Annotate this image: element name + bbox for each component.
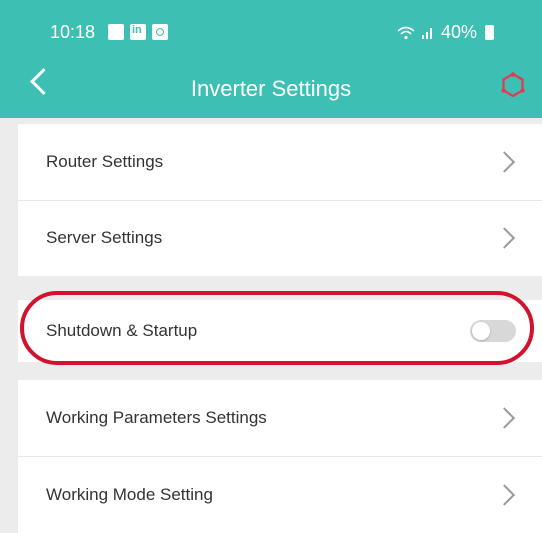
chevron-right-icon: [493, 151, 516, 173]
settings-group: Router Settings Server Settings: [18, 124, 542, 276]
app-notification-icon: [108, 24, 124, 40]
working-mode-setting-row[interactable]: Working Mode Setting: [18, 457, 542, 533]
chevron-right-icon: [493, 227, 516, 249]
linkedin-icon: [130, 24, 146, 40]
router-settings-row[interactable]: Router Settings: [18, 124, 542, 200]
row-label: Shutdown & Startup: [46, 321, 198, 340]
app-header: 10:18 40% Inverter Settings: [0, 0, 542, 118]
chevron-right-icon: [493, 484, 516, 506]
page-title: Inverter Settings: [190, 76, 352, 101]
row-label: Router Settings: [46, 152, 164, 171]
battery-percent: 40%: [440, 22, 477, 42]
status-time: 10:18: [50, 22, 96, 42]
settings-group: Working Parameters Settings Working Mode…: [18, 380, 542, 533]
shutdown-startup-row: Shutdown & Startup: [18, 293, 542, 369]
row-label: Server Settings: [46, 228, 163, 247]
battery-icon: [485, 25, 494, 40]
working-parameters-settings-row[interactable]: Working Parameters Settings: [18, 380, 542, 456]
toggle-knob: [472, 322, 490, 340]
row-label: Working Mode Setting: [46, 485, 213, 504]
signal-icon: [421, 27, 432, 39]
notification-icons: [108, 24, 168, 40]
settings-group: Shutdown & Startup: [18, 300, 542, 362]
status-right: 40%: [397, 22, 494, 43]
row-label: Working Parameters Settings: [46, 408, 267, 427]
app-notification-icon: [152, 24, 168, 40]
shutdown-startup-toggle[interactable]: [470, 320, 516, 342]
hexagon-gear-icon[interactable]: [500, 72, 526, 98]
server-settings-row[interactable]: Server Settings: [18, 200, 542, 276]
wifi-icon: [397, 26, 415, 39]
chevron-right-icon: [493, 407, 516, 429]
